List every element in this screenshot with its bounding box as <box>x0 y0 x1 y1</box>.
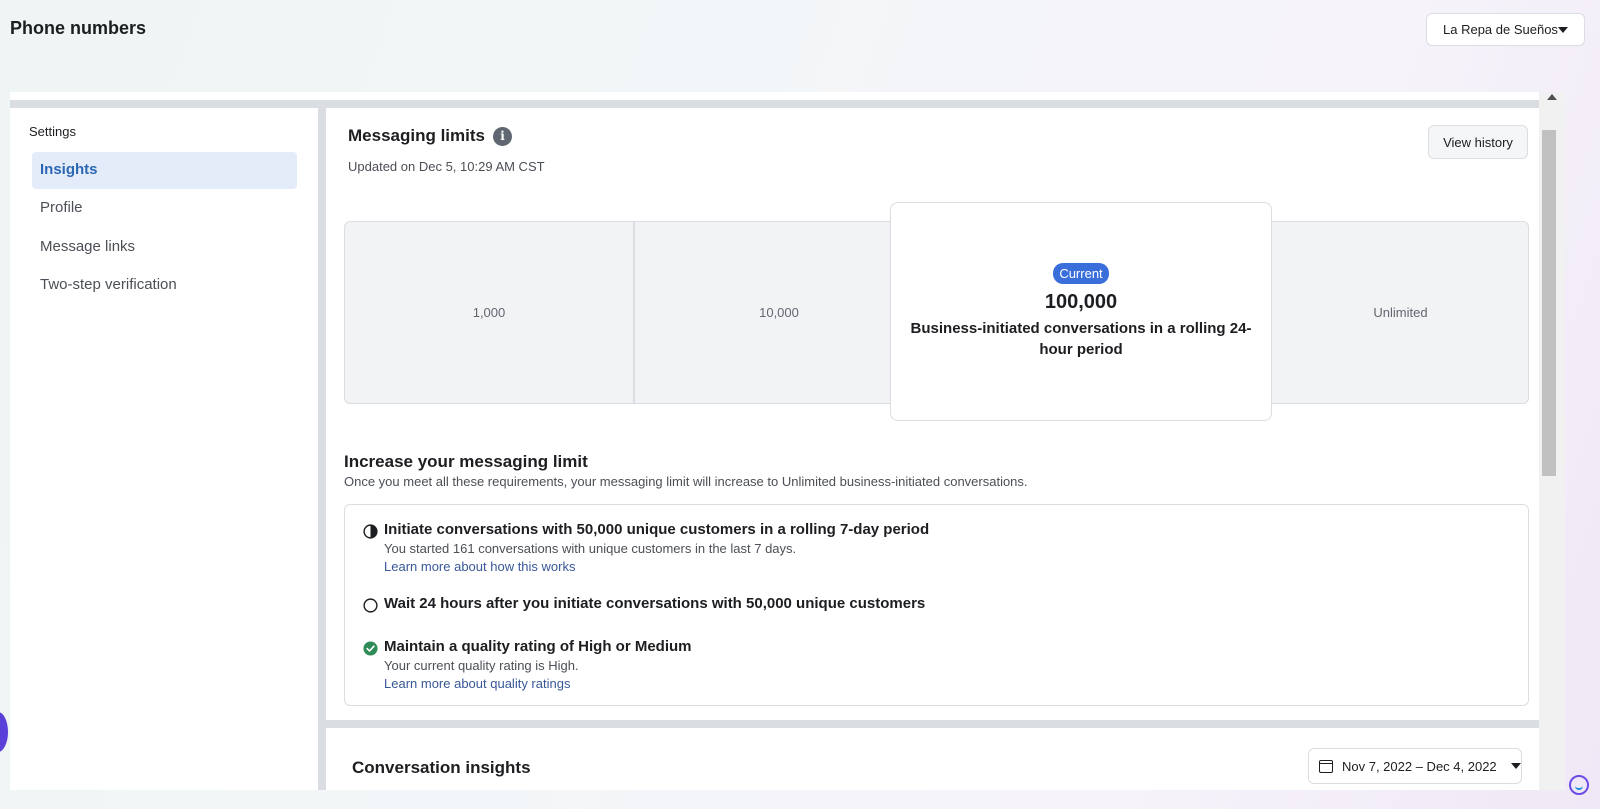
chat-widget-icon[interactable] <box>1569 775 1589 795</box>
current-badge: Current <box>1053 263 1109 284</box>
tier-1000: 1,000 <box>472 305 506 320</box>
requirement-detail: You started 161 conversations with uniqu… <box>384 541 797 556</box>
page-title: Phone numbers <box>10 18 147 38</box>
divider <box>318 108 326 790</box>
requirement-detail: Your current quality rating is High. <box>384 658 579 673</box>
vertical-scrollbar[interactable] <box>1539 92 1565 790</box>
check-circle-icon <box>363 641 378 656</box>
requirement-title: Wait 24 hours after you initiate convers… <box>384 595 926 612</box>
sidebar-heading: Settings <box>29 124 76 139</box>
floating-widget-tab[interactable] <box>0 712 8 752</box>
scrollbar-thumb[interactable] <box>1542 130 1556 476</box>
tier-unlimited: Unlimited <box>1373 305 1428 320</box>
main-panel: Messaging limits i Updated on Dec 5, 10:… <box>326 108 1539 790</box>
settings-sidebar: Settings Insights Profile Message links … <box>10 108 318 790</box>
content-frame: Settings Insights Profile Message links … <box>10 92 1565 790</box>
sidebar-item-profile[interactable]: Profile <box>32 190 297 227</box>
account-dropdown[interactable]: La Repa de Sueños <box>1426 13 1585 46</box>
increase-limit-title: Increase your messaging limit <box>344 452 588 471</box>
requirement-title: Initiate conversations with 50,000 uniqu… <box>384 521 930 538</box>
date-range-picker[interactable]: Nov 7, 2022 – Dec 4, 2022 <box>1308 748 1522 784</box>
current-limit-description: Business-initiated conversations in a ro… <box>910 320 1252 358</box>
view-history-button[interactable]: View history <box>1428 125 1528 159</box>
requirement-title: Maintain a quality rating of High or Med… <box>384 638 692 655</box>
calendar-icon <box>1319 759 1333 773</box>
increase-limit-subtitle: Once you meet all these requirements, yo… <box>344 474 1028 489</box>
empty-circle-icon <box>363 598 378 613</box>
current-tier-card: Current 100,000 Business-initiated conve… <box>890 202 1272 421</box>
caret-down-icon <box>1558 26 1568 33</box>
sidebar-item-message-links[interactable]: Message links <box>32 229 297 266</box>
date-range-value: Nov 7, 2022 – Dec 4, 2022 <box>1342 758 1497 774</box>
messaging-limits-heading: Messaging limits <box>348 126 485 145</box>
conversation-insights-title: Conversation insights <box>352 758 531 777</box>
sidebar-item-two-step-verification[interactable]: Two-step verification <box>32 267 297 304</box>
messaging-limits-title: Messaging limits i <box>348 126 512 146</box>
caret-down-icon <box>1510 763 1521 769</box>
half-circle-icon <box>363 524 378 539</box>
requirements-box: Initiate conversations with 50,000 uniqu… <box>344 504 1529 706</box>
divider <box>326 720 1539 728</box>
info-icon[interactable]: i <box>492 126 512 146</box>
account-name: La Repa de Sueños <box>1443 22 1558 37</box>
top-bar: Phone numbers La Repa de Sueños <box>0 0 1600 90</box>
learn-more-link[interactable]: Learn more about quality ratings <box>384 676 570 691</box>
divider <box>10 100 1565 108</box>
scroll-up-arrow-icon[interactable] <box>1547 94 1557 100</box>
current-limit-value: 100,000 <box>1044 291 1118 313</box>
updated-timestamp: Updated on Dec 5, 10:29 AM CST <box>348 159 545 174</box>
learn-more-link[interactable]: Learn more about how this works <box>384 559 575 574</box>
sidebar-item-insights[interactable]: Insights <box>32 152 297 189</box>
tier-10000: 10,000 <box>759 305 799 320</box>
